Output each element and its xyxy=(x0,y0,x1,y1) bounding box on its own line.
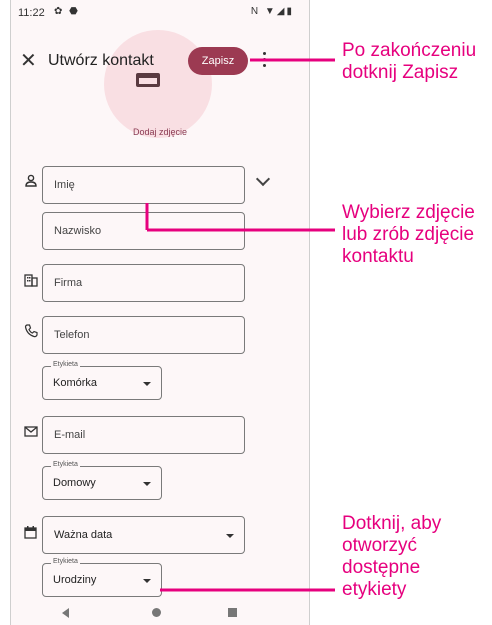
callout-labels-line-1: Dotknij, aby xyxy=(342,513,442,534)
callout-save-line-2: dotknij Zapisz xyxy=(342,62,459,83)
callout-photo: Wybierz zdjęcie lub zrób zdjęcie kontakt… xyxy=(342,202,475,268)
callout-save-line-1: Po zakończeniu xyxy=(342,40,477,61)
callout-labels: Dotknij, aby otworzyć dostępne etykiety xyxy=(342,513,441,601)
callout-labels-line-2: otworzyć xyxy=(342,535,417,556)
callout-photo-line-3: kontaktu xyxy=(342,246,414,267)
callout-labels-line-3: dostępne xyxy=(342,557,421,578)
callout-photo-line-2: lub zrób zdjęcie xyxy=(342,224,475,245)
callout-labels-line-4: etykiety xyxy=(342,579,407,600)
callout-photo-line-1: Wybierz zdjęcie xyxy=(342,202,475,223)
callout-save: Po zakończeniu dotknij Zapisz xyxy=(342,40,476,84)
